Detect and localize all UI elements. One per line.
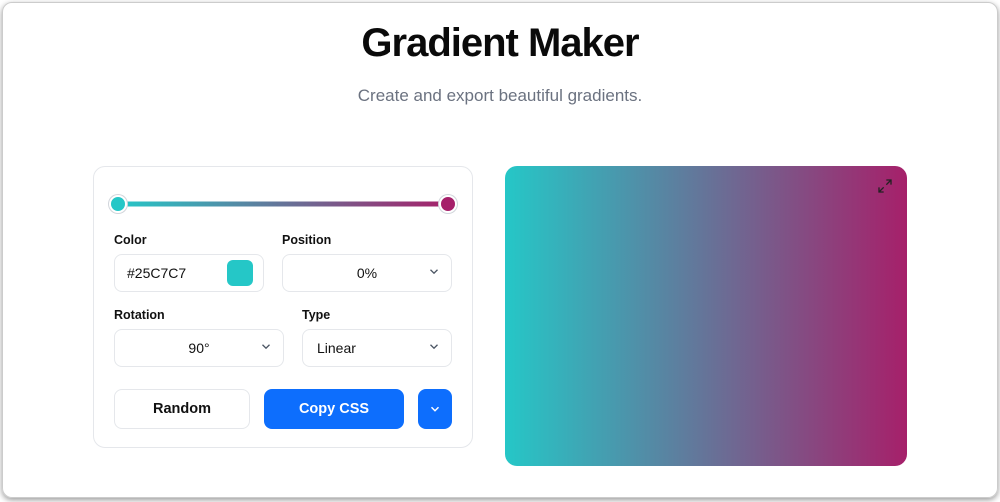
color-swatch[interactable] (227, 260, 253, 286)
expand-icon[interactable] (877, 178, 893, 199)
chevron-down-icon (259, 340, 273, 357)
gradient-preview (505, 166, 907, 466)
gradient-slider[interactable] (118, 195, 448, 213)
gradient-stop-1[interactable] (109, 195, 127, 213)
type-label: Type (302, 308, 452, 322)
copy-css-button[interactable]: Copy CSS (264, 389, 404, 429)
position-value: 0% (357, 265, 377, 281)
color-label: Color (114, 233, 264, 247)
gradient-stop-2[interactable] (439, 195, 457, 213)
page-title: Gradient Maker (3, 21, 997, 66)
random-button-label: Random (153, 401, 211, 417)
rotation-label: Rotation (114, 308, 284, 322)
color-hex-value: #25C7C7 (127, 265, 219, 281)
type-value: Linear (317, 340, 356, 356)
chevron-down-icon (427, 265, 441, 282)
rotation-select[interactable]: 90° (114, 329, 284, 367)
rotation-value: 90° (188, 340, 209, 356)
chevron-down-icon (427, 340, 441, 357)
type-select[interactable]: Linear (302, 329, 452, 367)
gradient-track (118, 202, 448, 207)
copy-css-button-label: Copy CSS (299, 401, 369, 417)
position-label: Position (282, 233, 452, 247)
controls-panel: Color #25C7C7 Position 0% (93, 166, 473, 448)
random-button[interactable]: Random (114, 389, 250, 429)
page-subtitle: Create and export beautiful gradients. (3, 86, 997, 106)
copy-css-dropdown-button[interactable] (418, 389, 452, 429)
color-input[interactable]: #25C7C7 (114, 254, 264, 292)
position-select[interactable]: 0% (282, 254, 452, 292)
chevron-down-icon (428, 402, 442, 416)
